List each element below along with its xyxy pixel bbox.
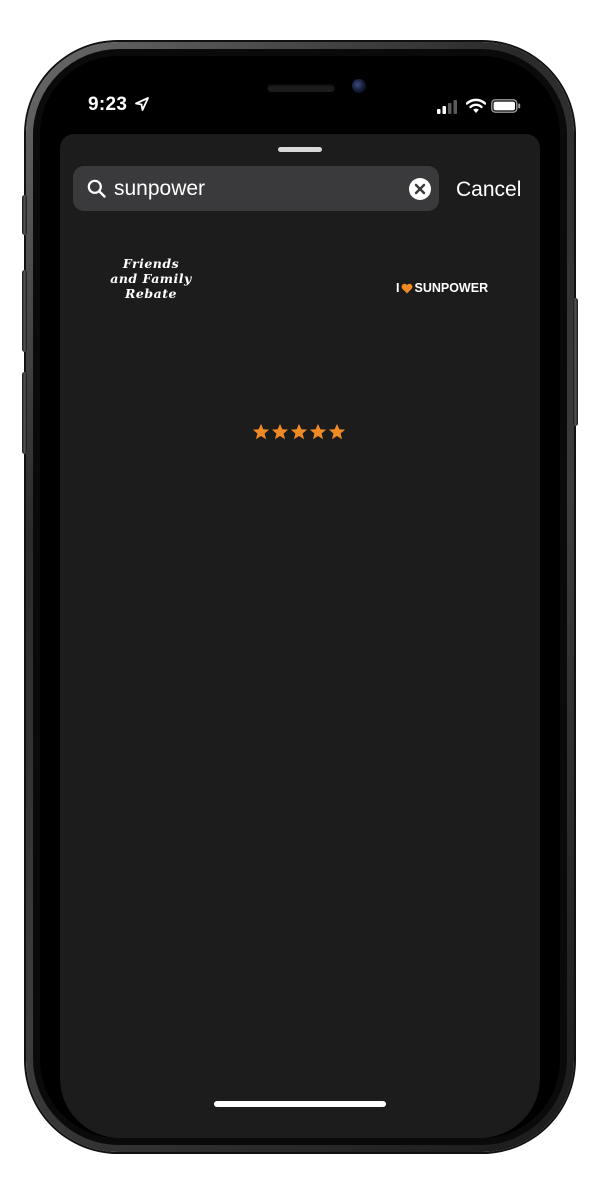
cancel-button[interactable]: Cancel (456, 177, 521, 202)
star-icon (309, 423, 327, 440)
star-icon (271, 423, 289, 440)
star-icon (290, 423, 308, 440)
front-camera (352, 79, 366, 93)
sticker-text-line-2: and Family (110, 271, 192, 286)
home-indicator[interactable] (214, 1101, 386, 1107)
sticker-text-line-1: Friends (122, 256, 180, 271)
mute-switch (22, 195, 27, 235)
sticker-brand-text: SUNPOWER (414, 281, 489, 295)
search-input[interactable]: sunpower (73, 166, 439, 211)
star-icon (252, 423, 270, 440)
earpiece-speaker (267, 84, 335, 92)
side-power-button (573, 298, 578, 426)
sticker-prefix-text: I (396, 281, 400, 295)
volume-down-button (22, 372, 27, 454)
location-arrow-icon (135, 97, 149, 111)
star-icon (328, 423, 346, 440)
sheet-grabber[interactable] (278, 147, 322, 152)
search-query-text[interactable]: sunpower (114, 176, 205, 201)
heart-icon (402, 283, 413, 293)
search-icon (87, 179, 106, 198)
battery-icon (491, 99, 521, 113)
wifi-icon (466, 98, 486, 113)
status-time: 9:23 (88, 94, 128, 115)
volume-up-button (22, 270, 27, 352)
cellular-signal-icon (437, 100, 457, 114)
friends-and-family-rebate-sticker[interactable]: Friends and Family Rebate (96, 256, 206, 316)
sticker-text-line-3: Rebate (125, 286, 177, 301)
i-love-sunpower-sticker[interactable]: I SUNPOWER (396, 278, 502, 298)
clear-icon[interactable] (407, 176, 433, 202)
five-stars-sticker[interactable] (252, 423, 348, 443)
